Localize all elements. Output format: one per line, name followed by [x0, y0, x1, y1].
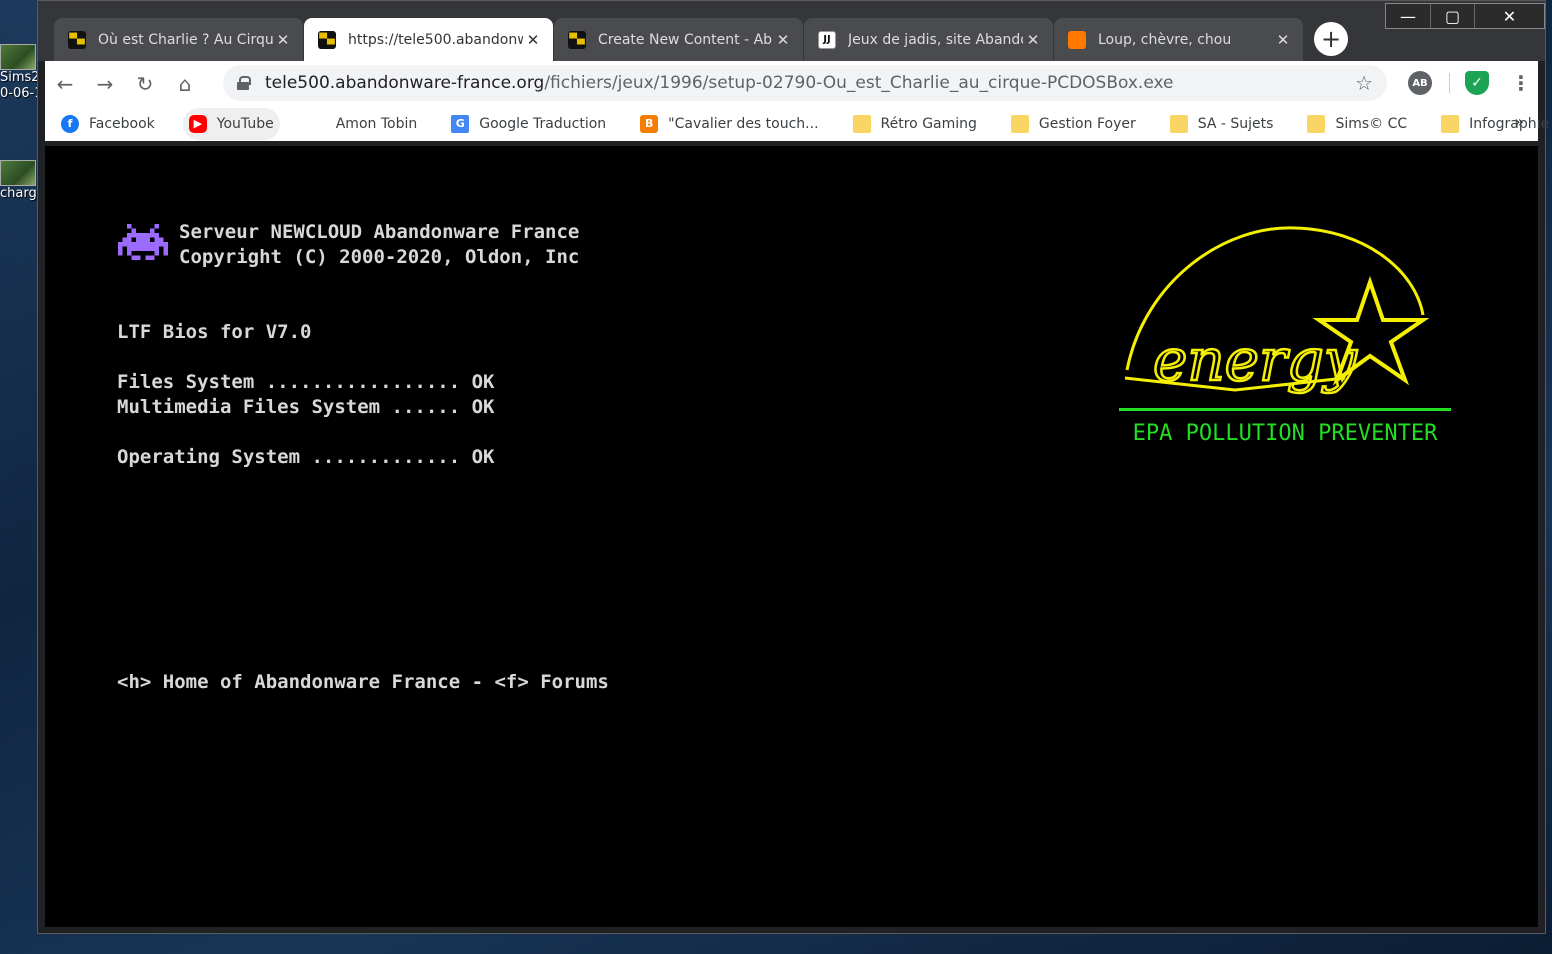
files-system-status: Files System ................. OK [117, 371, 495, 393]
tab-loup-chevre-chou[interactable]: Loup, chèvre, chou ✕ [1054, 18, 1303, 61]
lock-icon[interactable] [237, 76, 251, 90]
bios-version: LTF Bios for V7.0 [117, 321, 312, 343]
browser-toolbar: ← → ↻ ⌂ tele500.abandonware-france.org/f… [45, 61, 1538, 106]
multimedia-status: Multimedia Files System ...... OK [117, 396, 495, 418]
window-controls: — ▢ ✕ [1385, 3, 1545, 29]
bookmark-folder-retro-gaming[interactable]: Rétro Gaming [847, 108, 983, 140]
bookmark-label: Amon Tobin [335, 115, 418, 132]
desktop-icon-sublabel: 0-06-1 [0, 86, 38, 101]
bookmark-label: Sims© CC [1335, 115, 1408, 132]
bookmarks-bar: f Facebook ▶ YouTube G Amon Tobin G Google T… [45, 106, 1549, 141]
bookmark-facebook[interactable]: f Facebook [55, 108, 161, 140]
tab-tele500[interactable]: ▀▄ https://tele500.abandonware ✕ [304, 18, 553, 61]
reload-icon: ↻ [136, 71, 154, 96]
youtube-icon: ▶ [188, 114, 207, 133]
arrow-left-icon: ← [56, 71, 74, 96]
bookmark-star-icon[interactable]: ☆ [1355, 71, 1373, 95]
bookmark-folder-sims-cc[interactable]: Sims© CC [1301, 108, 1413, 140]
desktop-thumbnail [0, 44, 36, 70]
folder-icon [1010, 114, 1029, 133]
desktop-thumbnail [0, 160, 36, 186]
close-tab-icon[interactable]: ✕ [523, 31, 543, 49]
home-button[interactable]: ⌂ [165, 64, 205, 104]
orange-favicon-icon [1068, 30, 1086, 49]
close-tab-icon[interactable]: ✕ [773, 31, 793, 49]
folder-icon [1441, 114, 1460, 133]
close-tab-icon[interactable]: ✕ [273, 31, 293, 49]
energy-star-logo: energy EPA POLLUTION PREVENTER [1119, 226, 1451, 445]
facebook-icon: f [61, 114, 79, 133]
close-tab-icon[interactable]: ✕ [1273, 31, 1293, 49]
footer-links: <h> Home of Abandonware France - <f> For… [117, 671, 609, 693]
bookmark-amon-tobin[interactable]: G Amon Tobin [302, 108, 424, 140]
bookmark-folder-infographie[interactable]: Infographie [1435, 108, 1552, 140]
shield-extension-icon[interactable]: ✓ [1465, 71, 1489, 95]
tab-title: Loup, chèvre, chou [1098, 31, 1232, 48]
address-bar[interactable]: tele500.abandonware-france.org/fichiers/… [223, 65, 1387, 101]
bookmark-label: "Cavalier des touch... [668, 115, 819, 132]
bios-screen[interactable]: Serveur NEWCLOUD Abandonware France Copy… [45, 146, 1538, 927]
tab-ou-est-charlie[interactable]: ▀▄ Où est Charlie ? Au Cirque ✕ [54, 18, 303, 61]
title-bar: ▀▄ Où est Charlie ? Au Cirque ✕ ▀▄ https… [38, 1, 1545, 61]
tab-title: Jeux de jadis, site Abando [848, 31, 1023, 48]
space-invader-icon [118, 223, 168, 261]
url-path: /fichiers/jeux/1996/setup-02790-Ou_est_C… [544, 73, 1174, 93]
bookmark-label: Facebook [89, 115, 155, 132]
google-translate-icon: G [451, 114, 470, 133]
desktop-icon-sims2[interactable]: Sims2 0-06-1 [0, 44, 38, 102]
os-status: Operating System ............. OK [117, 446, 495, 468]
tab-strip: ▀▄ Où est Charlie ? Au Cirque ✕ ▀▄ https… [54, 18, 1348, 61]
new-tab-button[interactable]: + [1314, 22, 1348, 56]
desktop-icon-charg[interactable]: charg [0, 160, 38, 202]
kebab-menu-icon[interactable]: ⋮ [1509, 71, 1533, 95]
tab-title: Create New Content - Ab [598, 31, 773, 48]
desktop-icon-label: Sims2 [0, 70, 38, 85]
bookmark-google-traduction[interactable]: G Google Traduction [445, 108, 612, 140]
home-icon: ⌂ [178, 71, 192, 96]
bookmark-label: Gestion Foyer [1038, 115, 1136, 132]
bookmark-label: Rétro Gaming [880, 115, 977, 132]
url-host: tele500.abandonware-france.org [265, 73, 545, 93]
google-icon: G [312, 117, 322, 130]
tab-title: Où est Charlie ? Au Cirque [98, 31, 273, 48]
minimize-button[interactable]: — [1386, 4, 1430, 28]
bookmark-folder-gestion-foyer[interactable]: Gestion Foyer [1005, 108, 1142, 140]
server-name: Serveur NEWCLOUD Abandonware France [179, 221, 580, 243]
abandonware-favicon-icon: ▀▄ [68, 30, 86, 49]
chevron-more-icon[interactable]: » [1514, 112, 1524, 131]
folder-icon [1307, 114, 1326, 133]
forward-button[interactable]: → [85, 64, 125, 104]
bookmark-cavalier[interactable]: B "Cavalier des touch... [634, 108, 824, 140]
browser-window: ▀▄ Où est Charlie ? Au Cirque ✕ ▀▄ https… [37, 0, 1549, 934]
tab-jeux-de-jadis[interactable]: JJ Jeux de jadis, site Abando ✕ [804, 18, 1053, 61]
tab-create-new-content[interactable]: ▀▄ Create New Content - Ab ✕ [554, 18, 803, 61]
bookmark-label: Google Traduction [479, 115, 607, 132]
abandonware-favicon-icon: ▀▄ [318, 30, 336, 49]
folder-icon [852, 114, 871, 133]
arrow-right-icon: → [96, 71, 114, 96]
back-button[interactable]: ← [45, 64, 85, 104]
jj-favicon-icon: JJ [818, 30, 836, 49]
close-tab-icon[interactable]: ✕ [1023, 31, 1043, 49]
abandonware-favicon-icon: ▀▄ [568, 30, 586, 49]
energy-word: energy [1153, 326, 1358, 394]
close-window-button[interactable]: ✕ [1474, 4, 1544, 28]
adblock-extension-icon[interactable]: AB [1408, 71, 1432, 95]
tab-title: https://tele500.abandonware [348, 31, 523, 48]
blogger-icon: B [640, 114, 659, 133]
maximize-button[interactable]: ▢ [1430, 4, 1474, 28]
bookmark-label: SA - Sujets [1197, 115, 1274, 132]
bookmark-label: YouTube [216, 115, 274, 132]
url-text: tele500.abandonware-france.org/fichiers/… [265, 73, 1174, 93]
bookmark-label: Infographie [1469, 115, 1550, 132]
folder-icon [1169, 114, 1188, 133]
reload-button[interactable]: ↻ [125, 64, 165, 104]
copyright-line: Copyright (C) 2000-2020, Oldon, Inc [179, 246, 580, 268]
desktop-icon-label: charg [0, 186, 37, 201]
bookmark-youtube[interactable]: ▶ YouTube [182, 107, 280, 140]
bookmark-folder-sa-sujets[interactable]: SA - Sujets [1164, 108, 1280, 140]
toolbar-separator [1449, 73, 1450, 93]
epa-caption: EPA POLLUTION PREVENTER [1133, 421, 1438, 445]
